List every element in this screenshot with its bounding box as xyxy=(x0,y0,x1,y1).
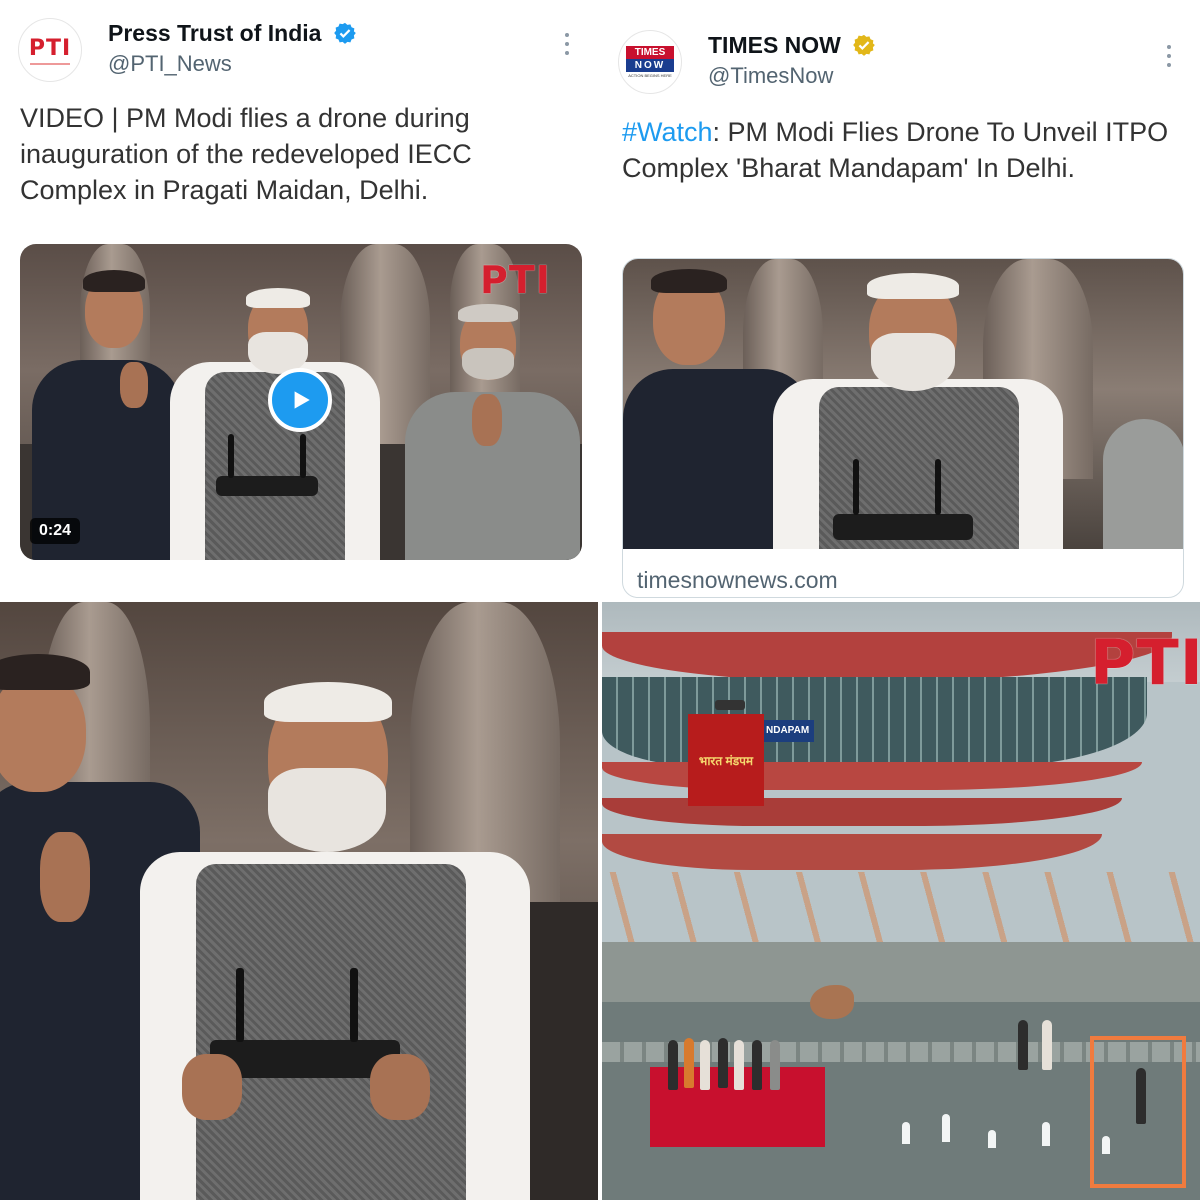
closeup-photo xyxy=(0,602,598,1200)
drone-controller xyxy=(216,476,318,496)
account-name-text: Press Trust of India xyxy=(108,20,322,46)
verified-gold-badge-icon xyxy=(853,34,876,56)
play-button[interactable] xyxy=(268,368,332,432)
timesnow-tweet[interactable]: TIMES NOW ACTION BEGINS HERE TIMES NOW @… xyxy=(602,0,1200,598)
tweet-text: #Watch: PM Modi Flies Drone To Unveil IT… xyxy=(622,114,1182,186)
banner-text: भारत मंडपम xyxy=(698,754,754,768)
pti-watermark: PTI xyxy=(480,258,551,302)
video-player[interactable]: PTI 0:24 xyxy=(20,244,582,560)
pti-logo-text: PTI xyxy=(28,35,72,61)
link-preview-card[interactable]: timesnownews.com xyxy=(622,258,1184,598)
sculpture xyxy=(810,985,854,1019)
timesnow-logo-line2: NOW xyxy=(626,58,674,72)
more-options-icon[interactable] xyxy=(1166,45,1172,67)
link-domain[interactable]: timesnownews.com xyxy=(637,567,838,594)
account-handle[interactable]: @TimesNow xyxy=(708,63,833,89)
pti-watermark: PTI xyxy=(1090,626,1200,699)
drone-controller xyxy=(833,514,973,540)
link-preview-image xyxy=(623,259,1183,549)
video-duration: 0:24 xyxy=(30,518,81,544)
account-handle[interactable]: @PTI_News xyxy=(108,51,232,77)
account-name[interactable]: Press Trust of India xyxy=(108,20,356,47)
highlight-box xyxy=(1090,1036,1186,1188)
building-glass-facade xyxy=(602,677,1147,767)
pti-tweet[interactable]: PTI Press Trust of India @PTI_News VIDEO… xyxy=(0,0,598,598)
play-icon xyxy=(294,391,310,409)
tweet-text: VIDEO | PM Modi flies a drone during ina… xyxy=(20,103,472,205)
pti-avatar[interactable]: PTI xyxy=(18,18,82,82)
account-name[interactable]: TIMES NOW xyxy=(708,32,876,59)
timesnow-avatar[interactable]: TIMES NOW ACTION BEGINS HERE xyxy=(618,30,682,94)
aerial-photo: भारत मंडपम NDAPAM PTI xyxy=(602,602,1200,1200)
account-name-text: TIMES NOW xyxy=(708,32,841,58)
banner: भारत मंडपम xyxy=(688,714,764,806)
hashtag-watch[interactable]: #Watch xyxy=(622,117,713,147)
timesnow-logo-line1: TIMES xyxy=(626,45,674,59)
drone xyxy=(715,700,745,710)
verified-badge-icon xyxy=(334,22,356,44)
more-options-icon[interactable] xyxy=(564,33,570,55)
timesnow-logo-tagline: ACTION BEGINS HERE xyxy=(628,72,672,78)
building-sign: NDAPAM xyxy=(764,720,814,742)
